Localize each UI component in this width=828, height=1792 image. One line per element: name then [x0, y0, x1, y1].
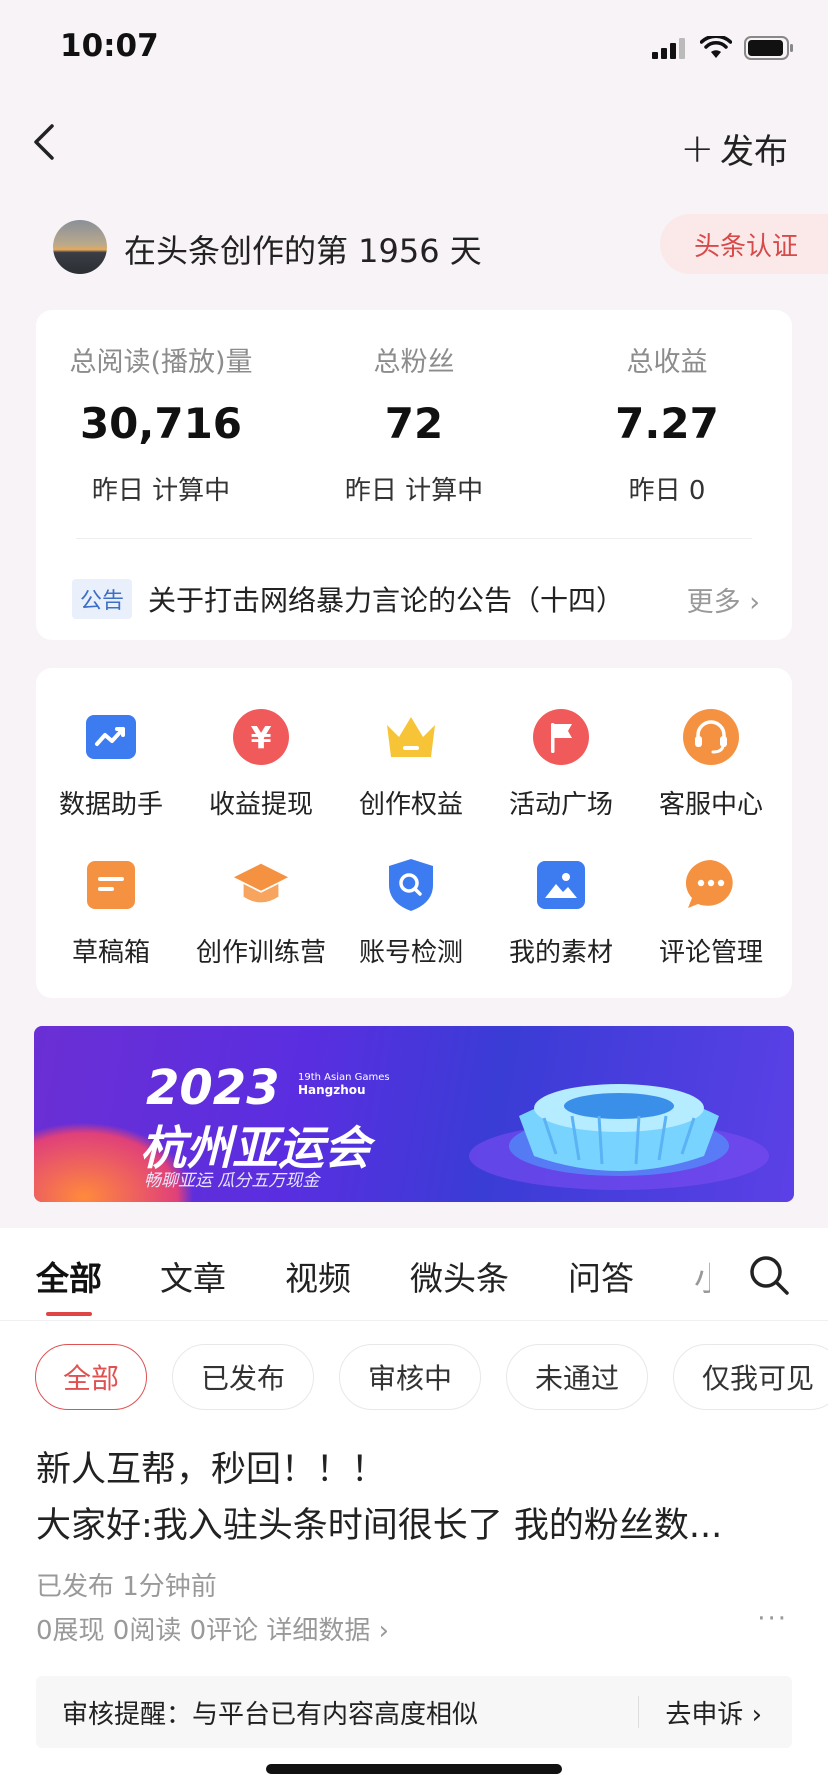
post-title[interactable]: 新人互帮，秒回！！！ 大家好:我入驻头条时间很长了 我的粉丝数... [36, 1442, 798, 1554]
notice-more-link[interactable]: 更多 › [687, 580, 760, 619]
stat-label: 总阅读(播放)量 [69, 347, 253, 378]
filter-chip-reviewing[interactable]: 审核中 [339, 1344, 481, 1410]
post-title-line1: 新人互帮，秒回！！！ [36, 1450, 387, 1490]
notice-tag: 公告 [72, 579, 133, 619]
wifi-icon [700, 36, 732, 58]
tab-videos[interactable]: 视频 [285, 1252, 351, 1300]
tool-my-materials[interactable]: 我的素材 [486, 856, 636, 969]
stat-sub: 昨日 计算中 [344, 476, 484, 506]
stadium-illustration [469, 1084, 769, 1190]
stat-value: 72 [384, 399, 444, 448]
tool-label: 草稿箱 [71, 938, 150, 968]
tab-micro-posts[interactable]: 微头条 [410, 1252, 509, 1300]
cert-badge[interactable]: 头条认证 [659, 214, 828, 274]
stats-card: 总阅读(播放)量 30,716 昨日 计算中 总粉丝 72 昨日 计算中 总收益… [36, 310, 792, 640]
comment-icon [682, 856, 740, 914]
review-notice: 审核提醒：与平台已有内容高度相似 去申诉 › [36, 1676, 792, 1748]
stats-divider [76, 538, 752, 539]
search-icon[interactable] [748, 1254, 790, 1296]
tool-label: 创作权益 [358, 790, 463, 820]
chart-icon [82, 708, 140, 766]
filter-chip-all[interactable]: 全部 [35, 1344, 147, 1410]
tab-qa[interactable]: 问答 [568, 1252, 634, 1300]
flag-icon [532, 708, 590, 766]
tab-active-indicator [46, 1312, 92, 1316]
tool-account-check[interactable]: 账号检测 [336, 856, 486, 969]
tool-creation-rights[interactable]: 创作权益 [336, 708, 486, 821]
banner-year: 2023 [146, 1060, 280, 1116]
tool-label: 创作训练营 [195, 938, 326, 968]
status-icons [652, 36, 794, 60]
battery-icon [744, 36, 793, 60]
asian-games-banner[interactable]: 2023 19th Asian Games Hangzhou 杭州亚运会 畅聊亚… [34, 1026, 794, 1202]
tool-label: 活动广场 [508, 790, 613, 820]
image-icon [532, 856, 590, 914]
tab-articles[interactable]: 文章 [160, 1252, 226, 1300]
publish-label: 发布 [720, 132, 788, 172]
post-status: 已发布 1分钟前 [36, 1572, 217, 1602]
publish-button[interactable]: + 发布 [680, 124, 788, 173]
stat-value: 7.27 [615, 399, 719, 448]
notice-text[interactable]: 关于打击网络暴力言论的公告（十四） [148, 579, 687, 619]
draft-icon [82, 856, 140, 914]
stat-total-income[interactable]: 总收益 7.27 昨日 0 [542, 340, 792, 507]
plus-icon: + [680, 125, 714, 172]
home-indicator[interactable] [266, 1764, 562, 1774]
crown-icon [382, 708, 440, 766]
tab-all[interactable]: 全部 [36, 1252, 102, 1300]
stat-label: 总收益 [626, 347, 708, 378]
tool-label: 评论管理 [658, 938, 763, 968]
tool-label: 账号检测 [358, 938, 463, 968]
stat-total-reads[interactable]: 总阅读(播放)量 30,716 昨日 计算中 [36, 340, 286, 507]
stat-value: 30,716 [79, 399, 243, 448]
yuan-icon: ¥ [232, 708, 290, 766]
post-metrics[interactable]: 0展现 0阅读 0评论 详细数据 › [36, 1610, 389, 1647]
graduation-cap-icon [232, 856, 290, 914]
banner-slogan: 畅聊亚运 瓜分五万现金 [144, 1171, 320, 1191]
tool-activity-square[interactable]: 活动广场 [486, 708, 636, 821]
post-more-icon[interactable]: ··· [757, 1604, 788, 1634]
tabs-divider [0, 1320, 828, 1321]
signal-icon [652, 38, 685, 59]
back-chevron-icon[interactable] [28, 120, 64, 164]
tool-label: 客服中心 [658, 790, 763, 820]
post-title-line2: 大家好:我入驻头条时间很长了 我的粉丝数... [36, 1506, 723, 1546]
tool-label: 收益提现 [208, 790, 313, 820]
stat-sub: 昨日 计算中 [91, 476, 231, 506]
headset-icon [682, 708, 740, 766]
tool-data-assistant[interactable]: 数据助手 [36, 708, 186, 821]
tool-drafts[interactable]: 草稿箱 [36, 856, 186, 969]
tools-card: 数据助手 ¥ 收益提现 创作权益 活动广场 客服中心 草稿箱 创作训练营 账号检… [36, 668, 792, 998]
shield-search-icon [382, 856, 440, 914]
tool-label: 数据助手 [58, 790, 163, 820]
notice-row[interactable]: 公告 关于打击网络暴力言论的公告（十四） 更多 › [72, 575, 760, 623]
filter-chip-published[interactable]: 已发布 [172, 1344, 314, 1410]
review-text: 审核提醒：与平台已有内容高度相似 [62, 1699, 479, 1730]
banner-games-line2: Hangzhou [298, 1083, 366, 1097]
creation-days-text: 在头条创作的第 1956 天 [124, 232, 482, 270]
stat-sub: 昨日 0 [628, 476, 706, 506]
filter-chip-rejected[interactable]: 未通过 [506, 1344, 648, 1410]
filter-chip-private[interactable]: 仅我可见 [673, 1344, 828, 1410]
avatar[interactable] [53, 220, 107, 274]
tab-more-partial[interactable]: 小 [694, 1252, 710, 1300]
status-time: 10:07 [60, 28, 159, 64]
appeal-button[interactable]: 去申诉 › [639, 1694, 792, 1731]
stat-label: 总粉丝 [373, 347, 455, 378]
tool-creation-camp[interactable]: 创作训练营 [186, 856, 336, 969]
content-tabs: 全部 文章 视频 微头条 问答 小 [0, 1228, 828, 1321]
tool-comment-manage[interactable]: 评论管理 [636, 856, 786, 969]
tool-label: 我的素材 [508, 938, 613, 968]
content-section: 全部 文章 视频 微头条 问答 小 全部 已发布 审核中 未通过 仅我可见 新人… [0, 1228, 828, 1792]
tool-income-withdraw[interactable]: ¥ 收益提现 [186, 708, 336, 821]
banner-games-logo: 19th Asian Games Hangzhou [298, 1072, 390, 1096]
svg-text:¥: ¥ [251, 721, 272, 756]
stat-total-fans[interactable]: 总粉丝 72 昨日 计算中 [289, 340, 539, 507]
tool-customer-service[interactable]: 客服中心 [636, 708, 786, 821]
